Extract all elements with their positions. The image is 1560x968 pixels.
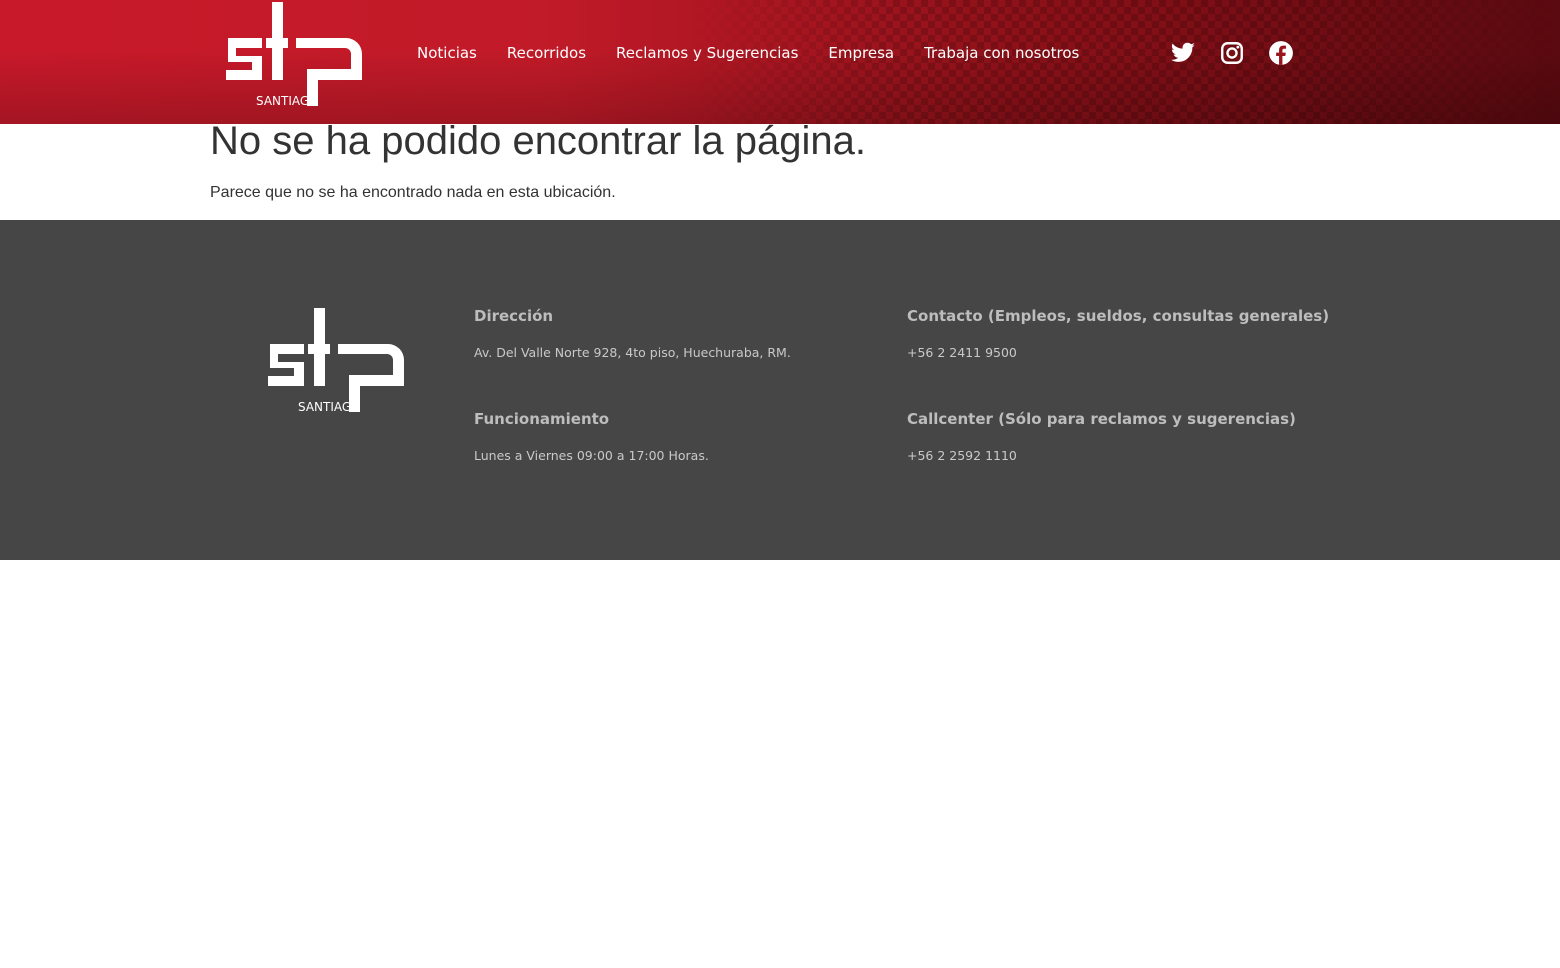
- footer-stp-santiago-logo[interactable]: SANTIAGO: [268, 306, 408, 418]
- site-header: SANTIAGO Noticias Recorridos Reclamos y …: [0, 0, 1560, 124]
- funcionamiento-text: Lunes a Viernes 09:00 a 17:00 Horas.: [474, 448, 709, 463]
- direccion-text: Av. Del Valle Norte 928, 4to piso, Huech…: [474, 345, 791, 360]
- stp-logo-graphic: SANTIAGO: [226, 2, 362, 108]
- nav-reclamos-y-sugerencias[interactable]: Reclamos y Sugerencias: [616, 42, 798, 64]
- callcenter-phone[interactable]: +56 2 2592 1110: [907, 448, 1017, 463]
- not-found-message: Parece que no se ha encontrado nada en e…: [210, 184, 616, 201]
- stp-logo-graphic: SANTIAGO: [268, 308, 404, 414]
- nav-trabaja-con-nosotros[interactable]: Trabaja con nosotros: [924, 42, 1079, 64]
- facebook-icon[interactable]: [1268, 40, 1294, 66]
- nav-empresa[interactable]: Empresa: [828, 42, 894, 64]
- nav-recorridos[interactable]: Recorridos: [507, 42, 586, 64]
- instagram-icon[interactable]: [1219, 40, 1245, 66]
- direccion-heading: Dirección: [474, 307, 554, 325]
- callcenter-heading: Callcenter (Sólo para reclamos y sugeren…: [907, 410, 1296, 428]
- page-title: No se ha podido encontrar la página.: [210, 119, 867, 163]
- logo-subtitle: SANTIAGO: [298, 400, 361, 414]
- site-footer: SANTIAGO Dirección Av. Del Valle Norte 9…: [0, 220, 1560, 560]
- twitter-icon[interactable]: [1170, 40, 1196, 66]
- nav-noticias[interactable]: Noticias: [417, 42, 477, 64]
- main-nav: Noticias Recorridos Reclamos y Sugerenci…: [417, 42, 1109, 64]
- logo-subtitle: SANTIAGO: [256, 94, 319, 108]
- contacto-phone[interactable]: +56 2 2411 9500: [907, 345, 1017, 360]
- funcionamiento-heading: Funcionamiento: [474, 410, 610, 428]
- stp-santiago-logo[interactable]: SANTIAGO: [226, 0, 366, 112]
- contacto-heading: Contacto (Empleos, sueldos, consultas ge…: [907, 307, 1330, 325]
